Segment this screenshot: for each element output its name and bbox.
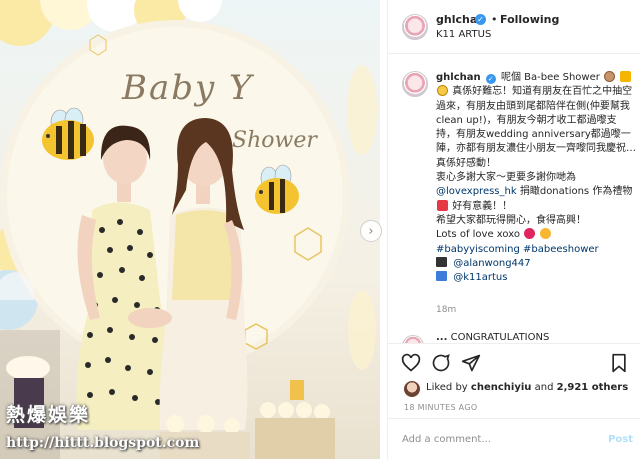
comment-input[interactable]: Add a comment... — [402, 434, 491, 445]
mention-alanwong[interactable]: @alanwong447 — [453, 258, 530, 269]
post-timestamp[interactable]: 18 MINUTES AGO — [404, 403, 477, 412]
caption-username[interactable]: ghlchan — [436, 72, 481, 83]
hashtag-row: #babyyiscoming #babeeshower — [436, 243, 636, 257]
caption-line2a: 衷心多謝大家～更要多謝你哋為 — [436, 172, 576, 184]
comment-text: ... CONGRATULATIONS — [436, 332, 549, 343]
likes-text: Liked by chenchiyiu and 2,921 others — [426, 382, 628, 393]
caption-author-avatar[interactable] — [402, 71, 428, 97]
verified-badge-icon: ✓ — [475, 14, 486, 25]
caption-line4: Lots of love xoxo — [436, 229, 520, 241]
mention-lovexpress[interactable]: @lovexpress_hk — [436, 186, 517, 197]
caption-line2b: 捐瞰donations 作為禮物 — [519, 186, 633, 198]
hashtag-babyyiscoming[interactable]: #babyyiscoming — [436, 244, 520, 255]
caption-line3: 希望大家都玩得開心，食得高興！ — [436, 214, 586, 226]
comment-icon[interactable] — [430, 352, 452, 374]
liked-by-count[interactable]: 2,921 others — [557, 382, 629, 393]
monkey-emoji-icon — [604, 71, 616, 82]
post-comment-button[interactable]: Post — [608, 434, 633, 445]
header-separator: • — [491, 13, 498, 26]
backdrop-text: Baby Y — [122, 68, 254, 108]
caption-line1-wrap: 真係好難忘！知道有朋友在百忙之中抽空過來，有朋友由頭到尾都陪伴在側(仲要幫我cl… — [436, 85, 636, 171]
mention-k11artus[interactable]: @k11artus — [453, 272, 507, 283]
caption-line2c: 好有意義！！ — [452, 200, 513, 212]
caption-age: 18m — [436, 305, 457, 315]
chevron-right-icon: › — [368, 223, 374, 239]
watermark-url: http://hittt.blogspot.com — [6, 435, 200, 451]
hashtag-babeeshower[interactable]: #babeeshower — [523, 244, 599, 255]
caption-line4-wrap: Lots of love xoxo — [436, 228, 636, 242]
commenter-username[interactable]: ... — [436, 332, 447, 343]
post-side-panel: ghlchan ✓ • Following K11 ARTUS ghlchan … — [387, 0, 640, 459]
add-comment-bar: Add a comment... Post — [388, 418, 640, 459]
clapper-board-icon — [436, 256, 447, 267]
backdrop-subtext: Shower — [232, 128, 317, 153]
post-header: ghlchan ✓ • Following K11 ARTUS — [388, 0, 640, 54]
caption-text: ghlchan ✓ 呢個 Ba-bee Shower 真係好難忘！知道有朋友在百… — [436, 71, 636, 285]
verified-badge-icon: ✓ — [485, 74, 496, 84]
smile-emoji-icon — [540, 228, 552, 240]
author-avatar[interactable] — [402, 14, 428, 40]
liked-by-and: and — [534, 382, 554, 393]
post-photo[interactable]: Baby Y Shower 熱爆娛樂 http://hittt.blogspot… — [0, 0, 380, 459]
caption-line2-wrap: 衷心多謝大家～更要多謝你哋為 @lovexpress_hk 捐瞰donation… — [436, 171, 636, 214]
heart-emoji-icon — [524, 228, 536, 240]
comment-body: CONGRATULATIONS — [450, 332, 550, 343]
sunglasses-emoji-icon — [437, 85, 448, 97]
credit-row-1: @alanwong447 — [436, 256, 636, 271]
liked-by-user[interactable]: chenchiyiu — [471, 382, 532, 393]
building-icon — [436, 271, 447, 282]
next-photo-button[interactable]: › — [360, 220, 382, 242]
gift-heart-emoji-icon — [437, 199, 448, 211]
post-location[interactable]: K11 ARTUS — [436, 29, 491, 40]
heart-icon[interactable] — [400, 352, 422, 374]
liked-by-prefix: Liked by — [426, 382, 468, 393]
likes-summary: Liked by chenchiyiu and 2,921 others — [404, 380, 634, 398]
liker-avatar[interactable] — [404, 381, 420, 397]
caption-intro: 呢個 Ba-bee Shower — [501, 72, 600, 83]
comment-item: ... CONGRATULATIONS — [388, 325, 640, 343]
yellow-heart-emoji-icon — [620, 71, 632, 82]
watermark-title: 熱爆娛樂 — [6, 404, 91, 426]
caption-line1: 真係好難忘！知道有朋友在百忙之中抽空過來，有朋友由頭到尾都陪伴在側(仲要幫我cl… — [436, 86, 636, 169]
caption-block: ghlchan ✓ 呢個 Ba-bee Shower 真係好難忘！知道有朋友在百… — [388, 55, 640, 325]
share-icon[interactable] — [460, 352, 482, 374]
following-button[interactable]: Following — [500, 13, 559, 26]
bookmark-icon[interactable] — [608, 352, 630, 374]
credit-row-2: @k11artus — [436, 271, 636, 285]
commenter-avatar[interactable] — [402, 335, 424, 343]
